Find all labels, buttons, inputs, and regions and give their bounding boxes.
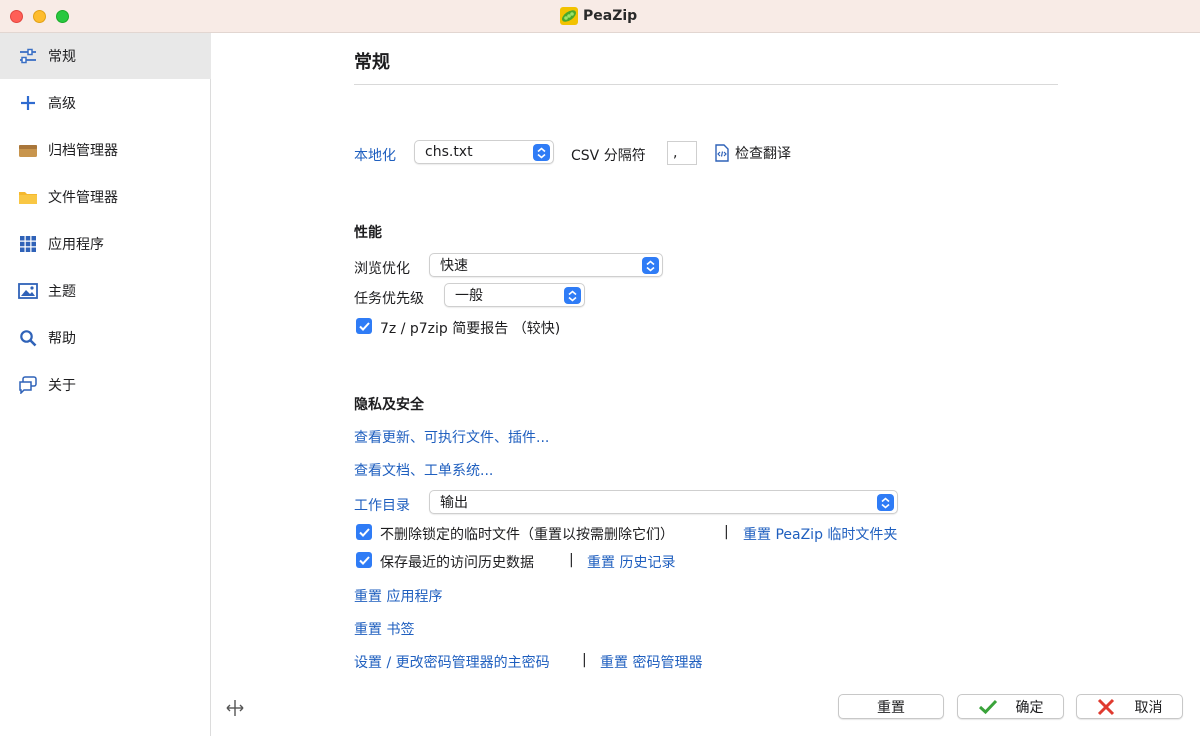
check-docs-link[interactable]: 查看文档、工单系统...	[354, 460, 493, 480]
image-icon	[18, 281, 38, 301]
sidebar-item-about[interactable]: 关于	[0, 362, 211, 408]
archive-box-icon	[18, 140, 38, 160]
reset-button-label: 重置	[877, 699, 905, 716]
page-title: 常规	[354, 52, 390, 73]
task-priority-label: 任务优先级	[354, 291, 424, 307]
sidebar-item-label: 常规	[48, 49, 76, 65]
ok-button-label: 确定	[1015, 699, 1044, 716]
task-priority-value: 一般	[455, 288, 483, 304]
sidebar-item-label: 应用程序	[48, 237, 104, 253]
translation-doc-icon	[715, 144, 729, 162]
reset-applications-link[interactable]: 重置 应用程序	[354, 586, 442, 606]
chevron-updown-icon	[877, 494, 894, 511]
plus-icon	[18, 93, 38, 113]
sidebar-item-label: 帮助	[48, 331, 76, 347]
reset-password-manager-link[interactable]: 重置 密码管理器	[600, 652, 702, 672]
checkmark-icon	[358, 555, 370, 565]
checkmark-icon	[358, 321, 370, 331]
sidebar-item-applications[interactable]: 应用程序	[0, 221, 211, 267]
title-bar: PeaZip	[0, 0, 1200, 33]
reset-temp-folder-link[interactable]: 重置 PeaZip 临时文件夹	[743, 524, 897, 544]
settings-content: 常规 本地化 chs.txt CSV 分隔符 , 检查翻译 性能 浏览优化 快速…	[212, 33, 1200, 736]
check-translation-label: 检查翻译	[735, 146, 791, 162]
working-directory-link[interactable]: 工作目录	[354, 495, 410, 515]
language-select[interactable]: chs.txt	[414, 140, 554, 164]
sidebar-item-label: 主题	[48, 284, 76, 300]
minimize-window-button[interactable]	[33, 10, 46, 23]
ok-button[interactable]: 确定	[957, 694, 1064, 719]
chevron-updown-icon	[533, 144, 550, 161]
checkmark-icon	[358, 527, 370, 537]
sidebar-item-archive-manager[interactable]: 归档管理器	[0, 127, 211, 173]
performance-section-title: 性能	[354, 225, 382, 241]
localization-link[interactable]: 本地化	[354, 145, 396, 165]
set-master-password-link[interactable]: 设置 / 更改密码管理器的主密码	[354, 652, 550, 672]
brief-report-checkbox[interactable]	[356, 318, 372, 334]
checkmark-icon	[978, 699, 997, 714]
check-updates-link[interactable]: 查看更新、可执行文件、插件...	[354, 427, 549, 447]
chevron-updown-icon	[642, 257, 659, 274]
sidebar-item-general[interactable]: 常规	[0, 33, 211, 79]
csv-separator-label: CSV 分隔符	[571, 148, 646, 164]
reset-button[interactable]: 重置	[838, 694, 944, 719]
separator: |	[569, 552, 574, 568]
window-title-text: PeaZip	[583, 8, 638, 24]
brief-report-label: 7z / p7zip 简要报告 （较快)	[380, 321, 561, 337]
browse-optimization-label: 浏览优化	[354, 261, 410, 277]
keep-locked-temp-label: 不删除锁定的临时文件（重置以按需删除它们）	[380, 527, 674, 543]
cancel-button[interactable]: 取消	[1076, 694, 1183, 719]
heading-divider	[354, 84, 1058, 85]
sidebar: 常规 高级 归档管理器 文件管理器 应用程序 主题 帮助 关于	[0, 33, 211, 736]
sidebar-item-label: 关于	[48, 378, 76, 394]
separator: |	[582, 652, 587, 668]
folder-icon	[18, 187, 38, 207]
privacy-section-title: 隐私及安全	[354, 397, 424, 413]
sliders-icon	[18, 46, 38, 66]
csv-separator-field[interactable]: ,	[667, 141, 697, 165]
task-priority-select[interactable]: 一般	[444, 283, 585, 307]
sidebar-item-label: 归档管理器	[48, 143, 118, 159]
browse-optimization-value: 快速	[440, 258, 468, 274]
close-x-icon	[1097, 698, 1114, 715]
chevron-updown-icon	[564, 287, 581, 304]
working-directory-select[interactable]: 输出	[429, 490, 898, 514]
save-history-label: 保存最近的访问历史数据	[380, 555, 534, 571]
check-translation-button[interactable]: 检查翻译	[713, 143, 791, 163]
chat-bubbles-icon	[18, 375, 38, 395]
magnifier-icon	[18, 328, 38, 348]
zoom-window-button[interactable]	[56, 10, 69, 23]
working-directory-value: 输出	[440, 495, 468, 511]
cancel-button-label: 取消	[1134, 699, 1163, 716]
close-window-button[interactable]	[10, 10, 23, 23]
sidebar-item-themes[interactable]: 主题	[0, 268, 211, 314]
browse-optimization-select[interactable]: 快速	[429, 253, 663, 277]
reset-bookmarks-link[interactable]: 重置 书签	[354, 619, 414, 639]
save-history-checkbox[interactable]	[356, 552, 372, 568]
keep-locked-temp-checkbox[interactable]	[356, 524, 372, 540]
sidebar-item-help[interactable]: 帮助	[0, 315, 211, 361]
separator: |	[724, 524, 729, 540]
sidebar-item-label: 文件管理器	[48, 190, 118, 206]
peazip-logo-icon	[560, 7, 578, 25]
grid-icon	[18, 234, 38, 254]
sidebar-item-file-manager[interactable]: 文件管理器	[0, 174, 211, 220]
language-select-value: chs.txt	[425, 144, 473, 160]
reset-history-link[interactable]: 重置 历史记录	[587, 552, 675, 572]
sidebar-item-advanced[interactable]: 高级	[0, 80, 211, 126]
sidebar-item-label: 高级	[48, 96, 76, 112]
window-title: PeaZip	[560, 6, 637, 26]
